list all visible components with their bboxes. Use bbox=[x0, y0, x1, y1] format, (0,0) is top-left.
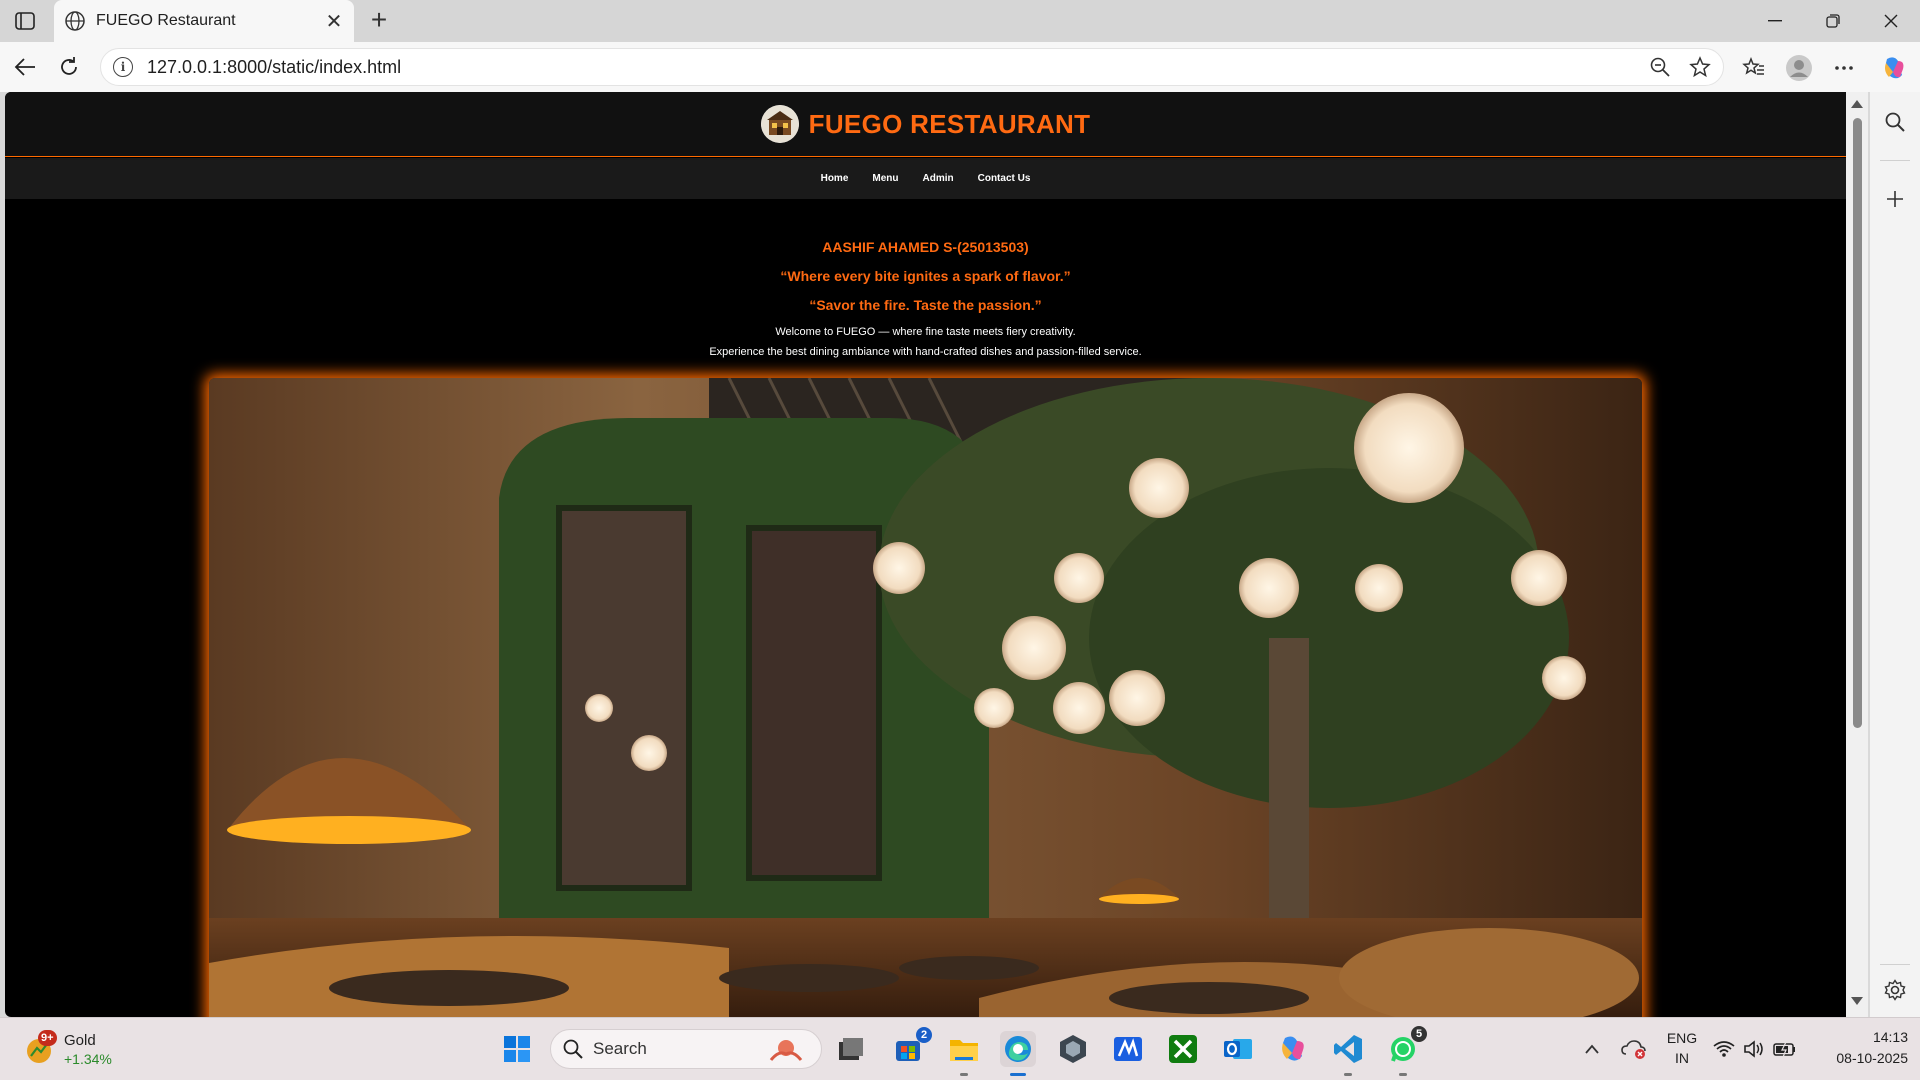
edge-browser-app[interactable] bbox=[1000, 1031, 1036, 1076]
sidebar-divider bbox=[1880, 964, 1910, 965]
favorite-star-icon[interactable] bbox=[1683, 50, 1717, 84]
store-badge: 2 bbox=[916, 1027, 932, 1043]
start-button[interactable] bbox=[499, 1031, 535, 1067]
site-nav: Home Menu Admin Contact Us bbox=[5, 158, 1846, 199]
site-info-icon[interactable]: i bbox=[113, 57, 133, 77]
scrollbar-thumb[interactable] bbox=[1853, 118, 1862, 728]
site-title: FUEGO RESTAURANT bbox=[808, 108, 1091, 139]
show-hidden-icons-chevron-icon[interactable] bbox=[1574, 1031, 1610, 1067]
browser-toolbar: i 127.0.0.1:8000/static/index.html bbox=[0, 42, 1920, 92]
sidebar-settings-icon[interactable] bbox=[1880, 975, 1910, 1005]
address-bar[interactable]: i 127.0.0.1:8000/static/index.html bbox=[100, 48, 1724, 86]
nav-contact-link[interactable]: Contact Us bbox=[966, 173, 1043, 184]
taskbar-search-box[interactable]: Search bbox=[550, 1029, 822, 1069]
clock-date: 08-10-2025 bbox=[1836, 1050, 1908, 1066]
xbox-app[interactable] bbox=[1165, 1031, 1201, 1067]
widget-badge: 9+ bbox=[38, 1030, 57, 1046]
close-window-button[interactable] bbox=[1864, 0, 1918, 42]
tab-title: FUEGO Restaurant bbox=[96, 12, 236, 29]
zoom-out-icon[interactable] bbox=[1643, 50, 1677, 84]
running-indicator bbox=[1399, 1073, 1407, 1076]
quick-settings-tray[interactable] bbox=[1710, 1031, 1800, 1067]
search-highlight-icon bbox=[769, 1040, 803, 1061]
welcome-line-1: Welcome to FUEGO — where fine taste meet… bbox=[775, 326, 1076, 338]
copilot-icon[interactable] bbox=[1878, 52, 1910, 84]
close-tab-icon[interactable]: ✕ bbox=[324, 9, 344, 34]
restore-button[interactable] bbox=[1806, 0, 1860, 42]
new-tab-button[interactable]: + bbox=[364, 6, 394, 36]
search-icon bbox=[563, 1039, 583, 1059]
copilot-app[interactable] bbox=[1275, 1031, 1311, 1067]
tab-fuego-restaurant[interactable]: FUEGO Restaurant ✕ bbox=[54, 0, 354, 42]
language-indicator[interactable]: ENG IN bbox=[1664, 1028, 1700, 1068]
page-viewport: FUEGO RESTAURANT Home Menu Admin Contact… bbox=[5, 92, 1846, 1017]
whatsapp-badge: 5 bbox=[1411, 1026, 1427, 1042]
app-hexagon[interactable] bbox=[1055, 1031, 1091, 1067]
profile-avatar[interactable] bbox=[1783, 52, 1815, 84]
sidebar-add-icon[interactable] bbox=[1880, 184, 1910, 214]
app-blue-tile[interactable] bbox=[1110, 1031, 1146, 1067]
active-indicator bbox=[1010, 1073, 1026, 1076]
running-indicator bbox=[960, 1073, 968, 1076]
back-button[interactable] bbox=[10, 52, 40, 82]
refresh-button[interactable] bbox=[54, 52, 84, 82]
language-code: ENG bbox=[1666, 1030, 1698, 1046]
sidebar-search-icon[interactable] bbox=[1880, 107, 1910, 137]
microsoft-store-app[interactable]: 2 bbox=[890, 1027, 932, 1067]
favorites-icon[interactable] bbox=[1738, 52, 1770, 84]
welcome-line-2: Experience the best dining ambiance with… bbox=[709, 346, 1142, 358]
task-view-button[interactable] bbox=[833, 1031, 869, 1067]
scroll-down-arrow[interactable] bbox=[1851, 997, 1863, 1005]
taskbar: 9+ Gold +1.34% Search 2 5 ENG IN 14:13 0… bbox=[0, 1017, 1920, 1080]
widget-title: Gold bbox=[64, 1032, 96, 1049]
sidebar-divider bbox=[1880, 160, 1910, 161]
restaurant-interior-photo bbox=[209, 378, 1642, 1017]
tagline-1: “Where every bite ignites a spark of fla… bbox=[780, 268, 1071, 284]
file-explorer-app[interactable] bbox=[946, 1031, 982, 1076]
clock-time: 14:13 bbox=[1872, 1029, 1908, 1045]
tab-bar: FUEGO Restaurant ✕ + bbox=[0, 0, 1920, 42]
site-header: FUEGO RESTAURANT bbox=[5, 92, 1846, 157]
outlook-app[interactable] bbox=[1220, 1031, 1256, 1067]
page-scrollbar[interactable] bbox=[1846, 92, 1868, 1017]
restaurant-logo bbox=[760, 105, 799, 143]
battery-icon bbox=[1773, 1041, 1795, 1057]
edge-sidebar bbox=[1870, 92, 1920, 1017]
search-label: Search bbox=[593, 1039, 647, 1058]
volume-icon bbox=[1744, 1040, 1763, 1058]
scroll-up-arrow[interactable] bbox=[1851, 100, 1863, 108]
hero-text: AASHIF AHAMED S-(25013503) “Where every … bbox=[5, 232, 1846, 362]
nav-menu-link[interactable]: Menu bbox=[860, 173, 910, 184]
weather-widget[interactable]: 9+ Gold +1.34% bbox=[22, 1030, 142, 1070]
onedrive-error-icon[interactable] bbox=[1616, 1031, 1652, 1067]
nav-home-link[interactable]: Home bbox=[809, 173, 861, 184]
vscode-app[interactable] bbox=[1330, 1031, 1366, 1076]
clock[interactable]: 14:13 08-10-2025 bbox=[1808, 1027, 1908, 1069]
running-indicator bbox=[1344, 1073, 1352, 1076]
settings-more-icon[interactable] bbox=[1828, 52, 1860, 84]
globe-icon bbox=[64, 10, 86, 32]
tab-actions-icon[interactable] bbox=[10, 8, 40, 34]
region-code: IN bbox=[1675, 1050, 1689, 1066]
nav-admin-link[interactable]: Admin bbox=[911, 173, 966, 184]
wifi-icon bbox=[1713, 1041, 1735, 1057]
author-name: AASHIF AHAMED S-(25013503) bbox=[822, 239, 1029, 255]
minimize-button[interactable] bbox=[1748, 0, 1802, 42]
tagline-2: “Savor the fire. Taste the passion.” bbox=[809, 297, 1042, 313]
whatsapp-app[interactable]: 5 bbox=[1385, 1026, 1427, 1076]
url-text[interactable]: 127.0.0.1:8000/static/index.html bbox=[147, 57, 1643, 78]
widget-change: +1.34% bbox=[64, 1051, 112, 1067]
